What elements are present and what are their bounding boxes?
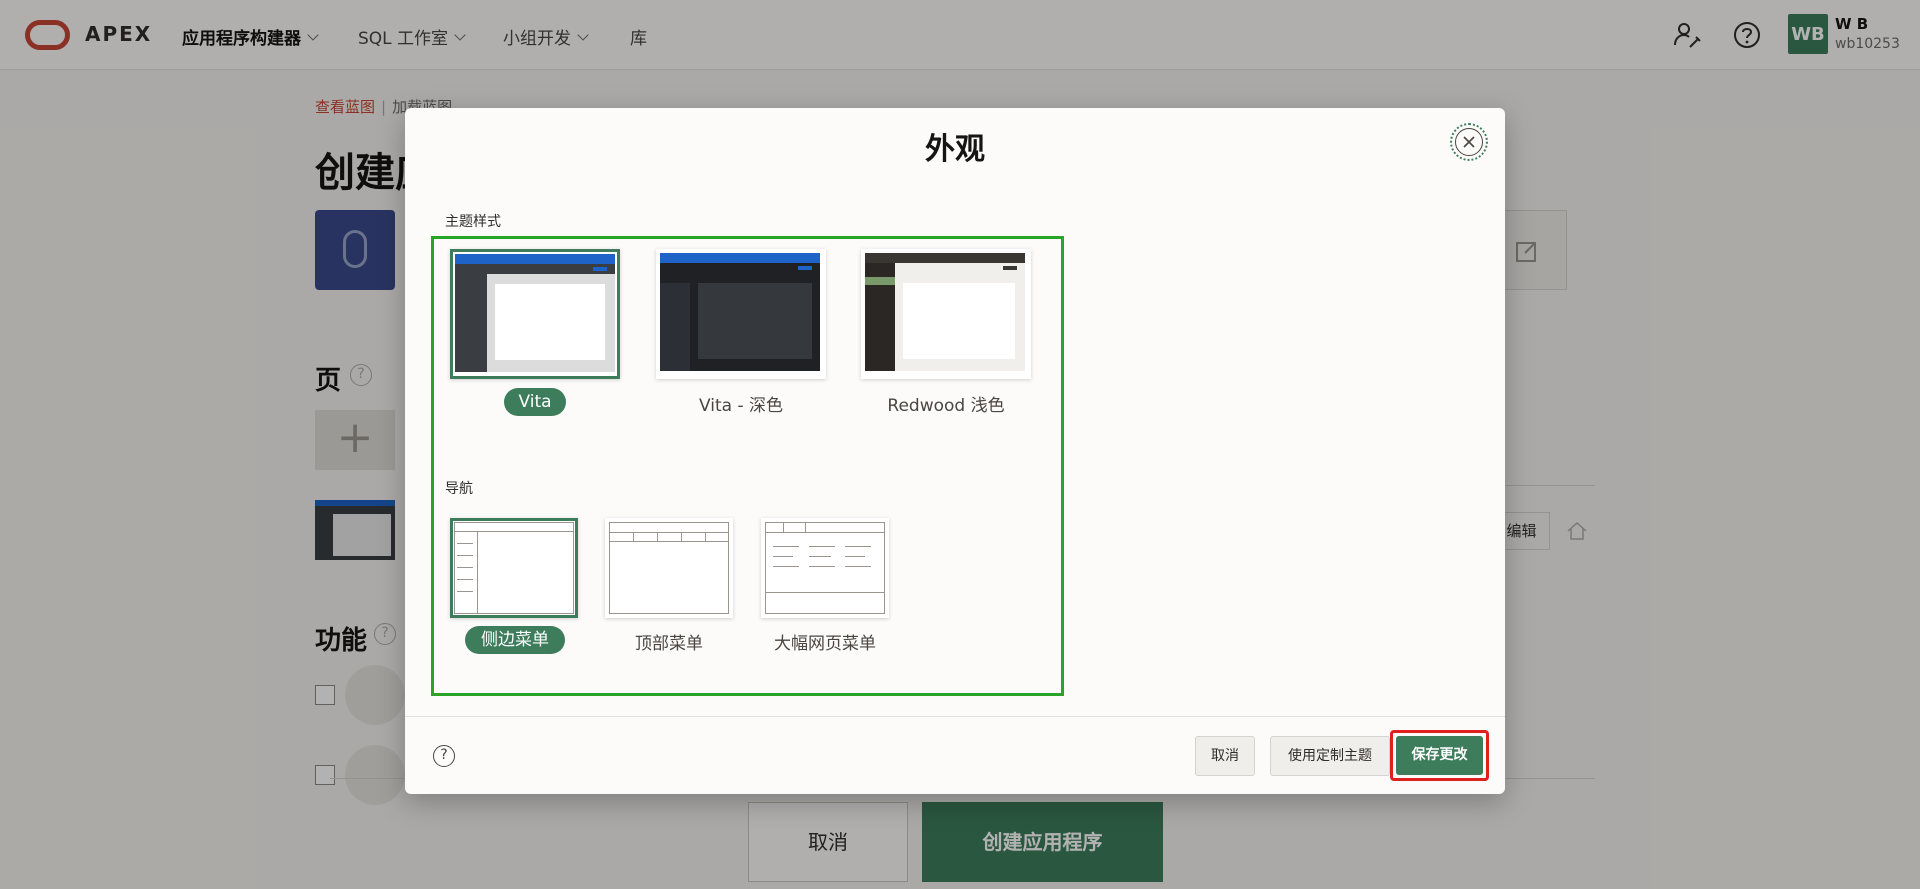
- dialog-cancel-button[interactable]: 取消: [1195, 736, 1255, 776]
- nav-preview-line: [809, 556, 831, 557]
- nav-preview-line: [845, 546, 871, 547]
- nav-option-mega-menu-label[interactable]: 大幅网页菜单: [741, 629, 909, 654]
- nav-preview-line: [705, 532, 706, 541]
- nav-preview-line: [773, 546, 799, 547]
- save-button-highlight: 保存更改: [1390, 730, 1489, 781]
- nav-preview-line: [457, 591, 473, 592]
- nav-preview-line: [609, 532, 729, 533]
- preview-region: [495, 284, 605, 360]
- theme-option-vita[interactable]: [450, 249, 620, 379]
- nav-preview-line: [457, 543, 473, 544]
- nav-preview-line: [805, 522, 806, 532]
- preview-button: [593, 267, 607, 271]
- nav-preview-line: [681, 532, 682, 541]
- nav-preview-line: [809, 546, 835, 547]
- nav-preview-line: [457, 567, 473, 568]
- theme-option-vita-dark[interactable]: [656, 249, 826, 379]
- nav-preview-line: [609, 541, 729, 542]
- dialog-footer-divider: [405, 716, 1505, 717]
- appearance-dialog: 外观 主题样式 Vita Vita - 深色 Redwood 浅色 导航 侧边菜…: [405, 108, 1505, 794]
- dialog-title: 外观: [925, 132, 985, 167]
- nav-preview: [454, 522, 574, 614]
- preview-header: [660, 253, 820, 263]
- nav-preview-line: [783, 522, 784, 532]
- nav-preview-line: [765, 532, 885, 533]
- preview-sidebar-active: [865, 277, 895, 285]
- nav-preview: [765, 522, 885, 614]
- nav-preview: [609, 522, 729, 614]
- nav-preview-line: [773, 556, 793, 557]
- close-icon: [1455, 128, 1483, 156]
- theme-option-vita-label[interactable]: Vita: [504, 388, 566, 416]
- nav-preview-line: [457, 555, 473, 556]
- preview-button: [1003, 266, 1017, 270]
- nav-option-top-menu-label[interactable]: 顶部菜单: [591, 629, 747, 654]
- close-button[interactable]: [1450, 123, 1488, 161]
- nav-preview-line: [454, 531, 574, 532]
- theme-option-redwood-light-label[interactable]: Redwood 浅色: [861, 391, 1031, 416]
- preview-region: [698, 283, 812, 359]
- nav-option-side-menu-label[interactable]: 侧边菜单: [465, 626, 565, 654]
- dialog-help-icon[interactable]: ?: [433, 745, 455, 767]
- nav-preview-line: [477, 531, 478, 614]
- preview-header: [455, 254, 615, 264]
- theme-option-redwood-light[interactable]: [861, 249, 1031, 379]
- nav-option-mega-menu[interactable]: [761, 518, 889, 618]
- nav-preview-line: [765, 592, 885, 593]
- nav-preview-line: [457, 579, 473, 580]
- nav-option-top-menu[interactable]: [605, 518, 733, 618]
- preview-region: [903, 283, 1015, 359]
- theme-option-vita-dark-label[interactable]: Vita - 深色: [656, 391, 826, 416]
- preview-button: [798, 266, 812, 270]
- nav-preview-line: [845, 566, 871, 567]
- nav-preview-line: [845, 556, 865, 557]
- save-changes-button[interactable]: 保存更改: [1396, 736, 1483, 775]
- nav-preview-line: [773, 566, 799, 567]
- nav-preview-line: [809, 566, 835, 567]
- preview-header: [865, 253, 1025, 263]
- nav-option-side-menu[interactable]: [450, 518, 578, 618]
- theme-style-label: 主题样式: [445, 214, 501, 230]
- nav-preview-line: [657, 532, 658, 541]
- navigation-label: 导航: [445, 481, 473, 497]
- use-custom-theme-button[interactable]: 使用定制主题: [1270, 736, 1390, 776]
- preview-sidebar: [660, 283, 690, 371]
- nav-preview-line: [633, 532, 634, 541]
